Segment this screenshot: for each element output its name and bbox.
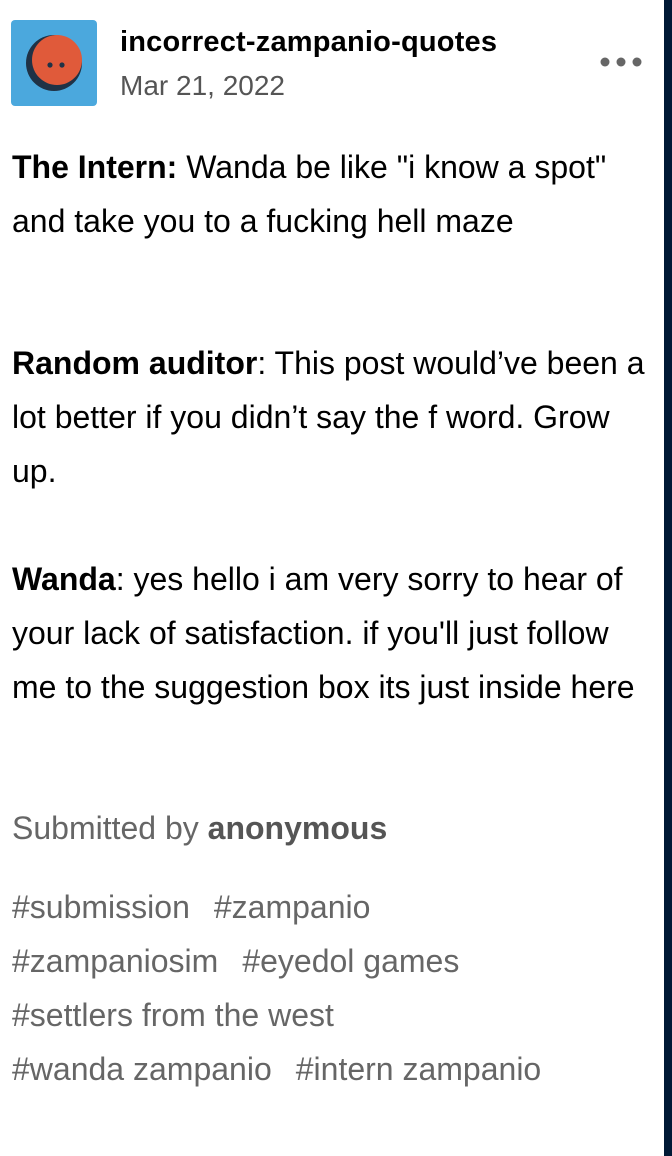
tag-link[interactable]: #settlers from the west [12,988,334,1042]
tag-link[interactable]: #zampanio [214,880,371,934]
blog-avatar[interactable] [11,20,97,106]
post-card: incorrect-zampanio-quotes Mar 21, 2022 T… [0,0,664,1156]
tag-row: #wanda zampanio #intern zampanio [12,1042,652,1096]
submitted-by-prefix: Submitted by [12,810,208,846]
post-header: incorrect-zampanio-quotes Mar 21, 2022 [11,20,651,106]
speaker-name: Random auditor [12,345,258,381]
blog-name-link[interactable]: incorrect-zampanio-quotes [120,26,497,59]
more-horizontal-icon [600,57,642,67]
tag-link[interactable]: #zampaniosim [12,934,218,988]
dialogue-line: Random auditor: This post would’ve been … [12,336,652,498]
submitted-by: Submitted by anonymous [12,806,387,850]
avatar-face-icon [26,35,82,91]
tag-row: #settlers from the west [12,988,652,1042]
tag-link[interactable]: #wanda zampanio [12,1042,272,1096]
speaker-name: Wanda [12,561,116,597]
tag-row: #zampaniosim #eyedol games [12,934,652,988]
dialogue-line: Wanda: yes hello i am very sorry to hear… [12,552,652,714]
tag-row: #submission #zampanio [12,880,652,934]
tag-list: #submission #zampanio #zampaniosim #eyedol… [12,880,652,1096]
dialogue-line: The Intern: Wanda be like "i know a spot… [12,140,652,248]
speaker-name: The Intern: [12,149,178,185]
right-edge-border [664,0,672,1156]
tag-link[interactable]: #intern zampanio [296,1042,541,1096]
tag-link[interactable]: #submission [12,880,190,934]
tag-link[interactable]: #eyedol games [242,934,459,988]
more-options-button[interactable] [597,50,645,74]
submitter-name: anonymous [207,810,388,846]
post-date: Mar 21, 2022 [120,70,285,101]
